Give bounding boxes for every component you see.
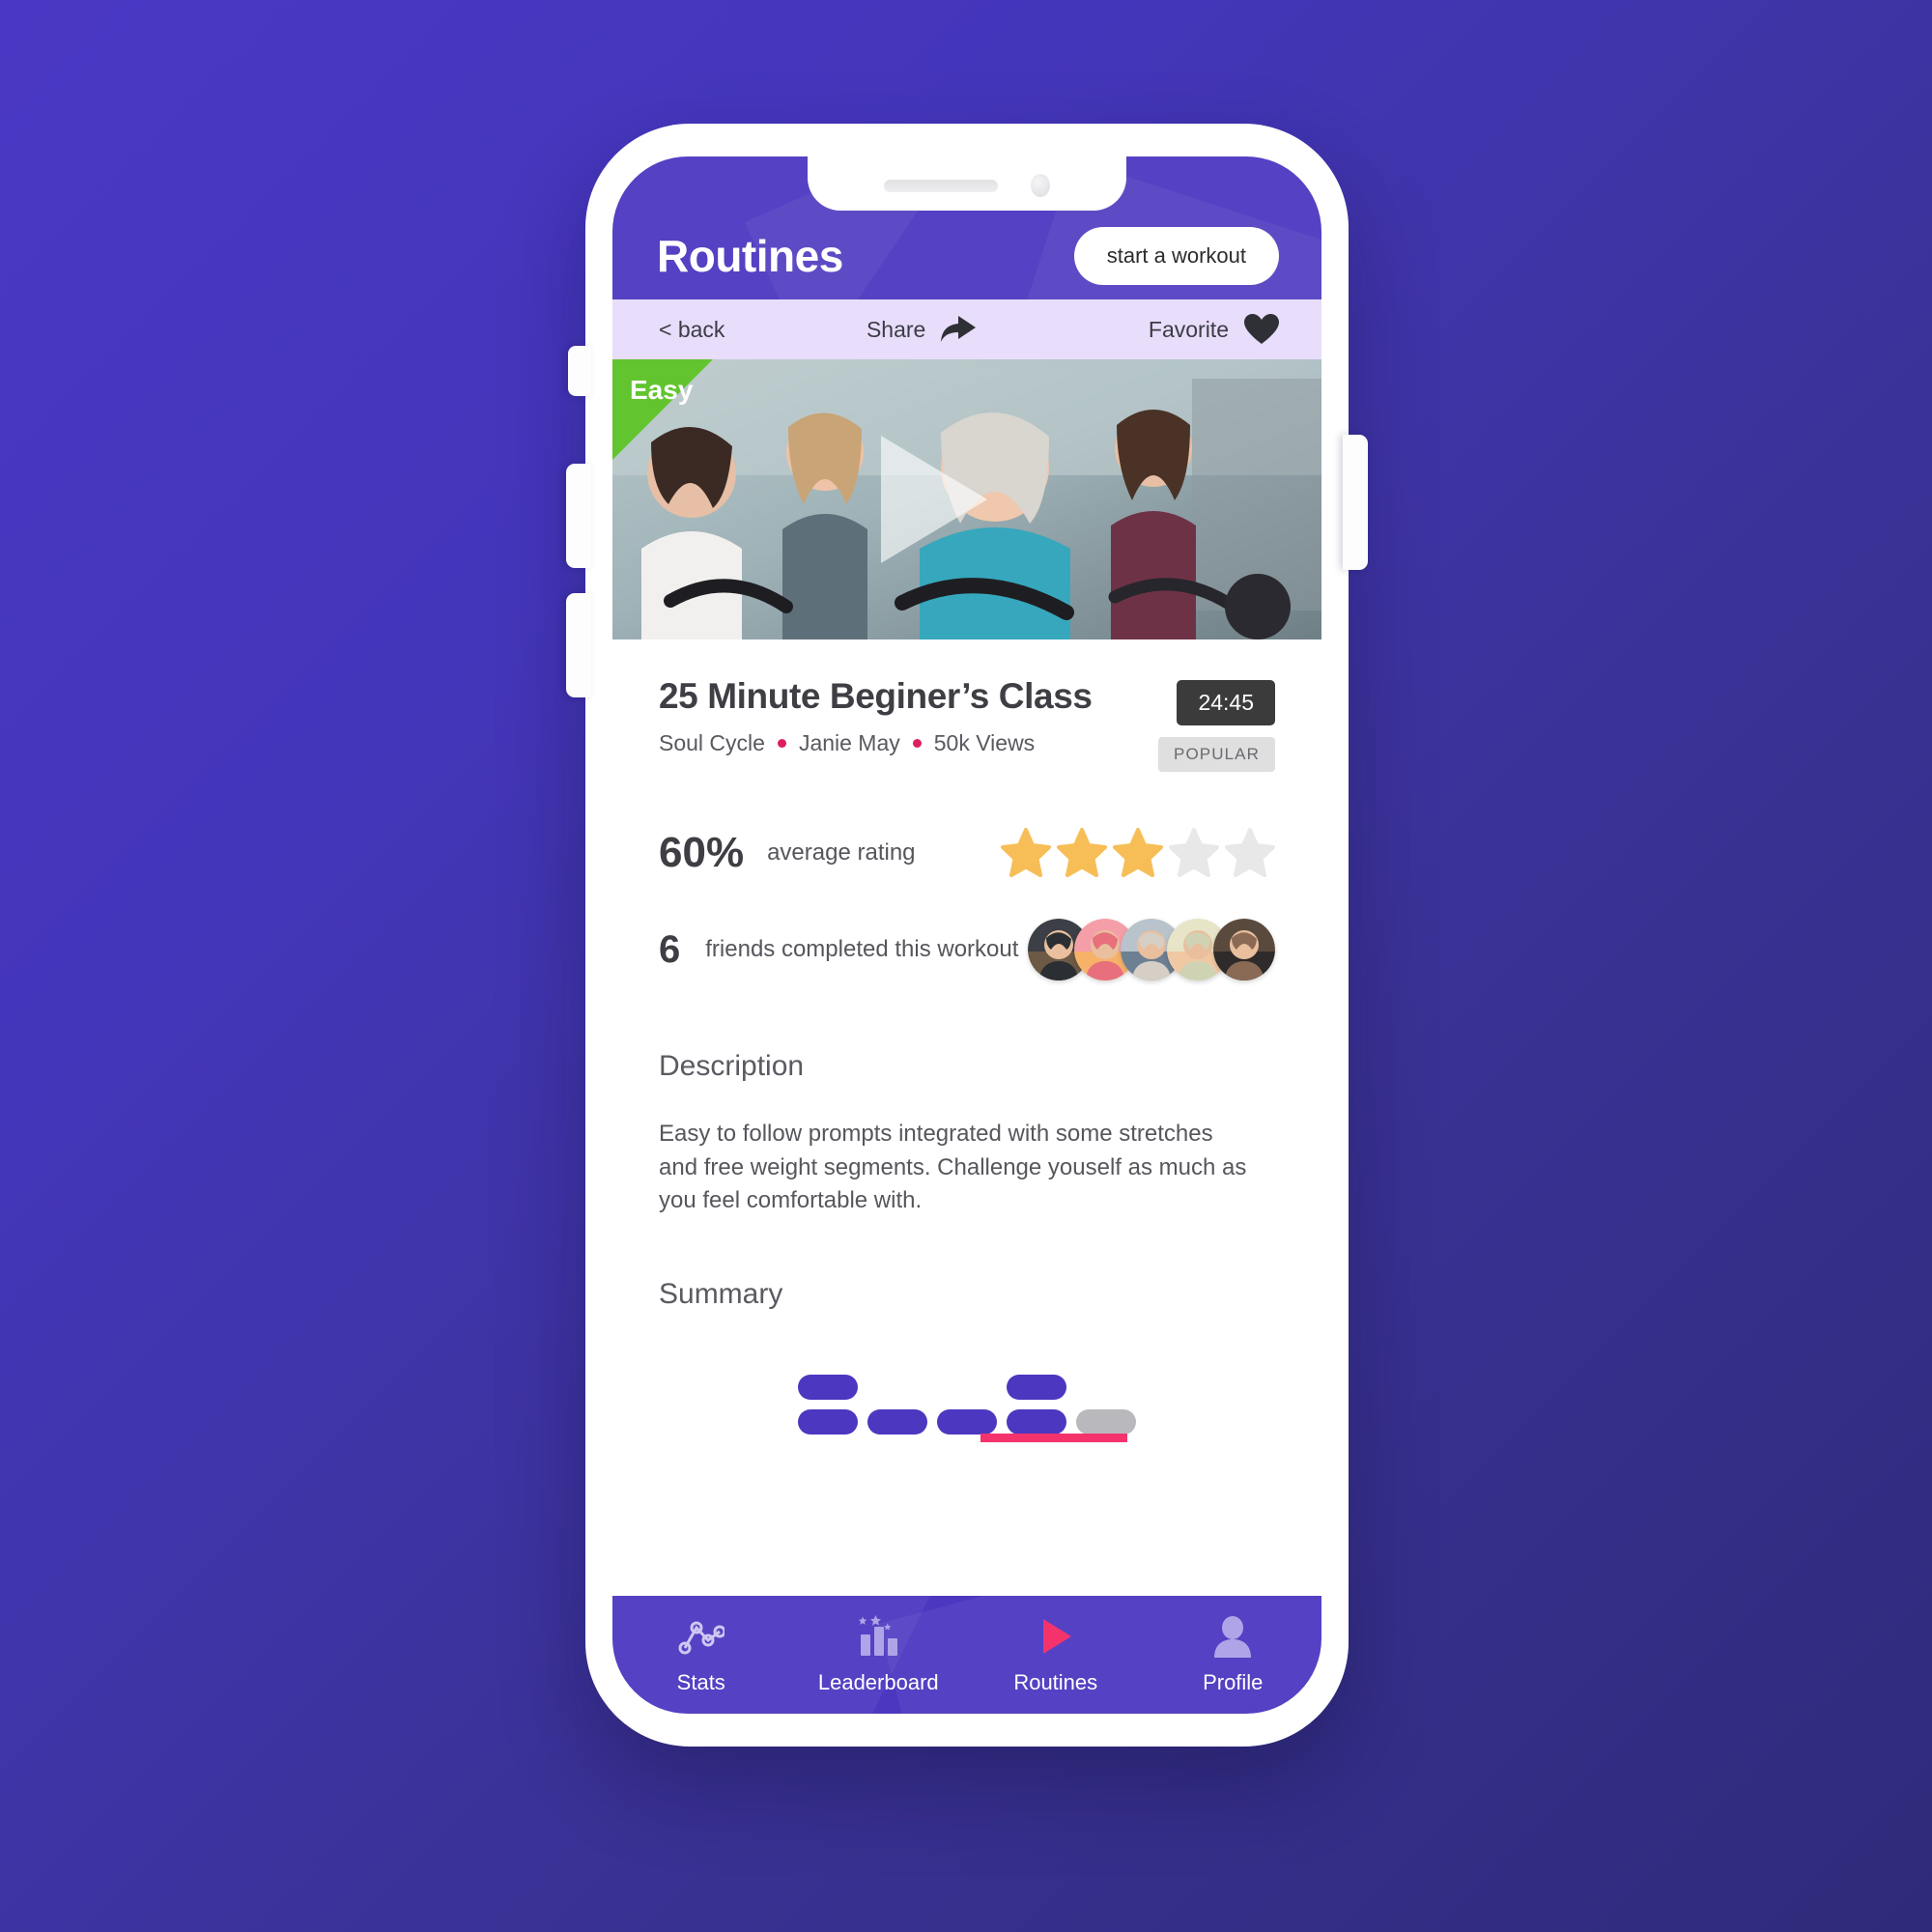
star-filled-icon[interactable] — [1113, 828, 1163, 878]
summary-chart-column — [1076, 1408, 1136, 1435]
star-empty-icon[interactable] — [1225, 828, 1275, 878]
favorite-label: Favorite — [1148, 316, 1229, 342]
friend-avatar-group[interactable] — [1028, 919, 1275, 980]
nav-item-routines[interactable]: Routines — [967, 1596, 1145, 1714]
device-notch — [808, 156, 1126, 211]
summary-chart-bars — [798, 1374, 1136, 1435]
speaker-grille-icon — [884, 179, 998, 192]
share-label: Share — [866, 316, 926, 342]
friends-count: 6 — [659, 927, 681, 971]
play-triangle-icon[interactable] — [881, 436, 987, 563]
title-block: 25 Minute Beginer’s Class Soul Cycle Jan… — [659, 676, 1093, 756]
video-hero[interactable]: Easy — [612, 359, 1321, 639]
summary-chart-cell — [798, 1408, 858, 1435]
routine-detail-content: 25 Minute Beginer’s Class Soul Cycle Jan… — [612, 639, 1321, 1442]
bottom-navigation: Stats Leaderboard Routines Profile — [612, 1596, 1321, 1714]
summary-chart-cell — [1007, 1374, 1066, 1400]
nav-label-routines: Routines — [1013, 1669, 1098, 1694]
nav-label-leaderboard: Leaderboard — [817, 1669, 939, 1694]
nav-label-stats: Stats — [676, 1669, 725, 1694]
start-workout-button[interactable]: start a workout — [1073, 227, 1279, 285]
star-rating[interactable] — [1001, 828, 1275, 878]
summary-chart — [659, 1346, 1275, 1442]
summary-chart-cell — [937, 1408, 997, 1435]
bar-chart-star-icon — [855, 1614, 901, 1658]
phone-screen: Routines start a workout < back Share Fa… — [612, 156, 1321, 1714]
avatar — [1213, 919, 1275, 980]
favorite-button[interactable]: Favorite — [1149, 314, 1321, 345]
nav-item-leaderboard[interactable]: Leaderboard — [790, 1596, 968, 1714]
summary-progress-underline — [980, 1433, 1127, 1442]
title-row: 25 Minute Beginer’s Class Soul Cycle Jan… — [659, 639, 1275, 772]
star-filled-icon[interactable] — [1057, 828, 1107, 878]
header-row: Routines start a workout — [612, 213, 1321, 299]
summary-chart-column — [937, 1408, 997, 1435]
share-arrow-icon — [939, 314, 978, 345]
summary-chart-cell — [798, 1374, 858, 1400]
summary-chart-column — [867, 1408, 927, 1435]
volume-up-button[interactable] — [566, 464, 591, 568]
summary-chart-column — [798, 1374, 858, 1435]
description-heading: Description — [659, 1050, 805, 1082]
silent-switch-button[interactable] — [568, 346, 591, 396]
summary-chart-cell — [1076, 1408, 1136, 1435]
summary-chart-cell — [867, 1408, 927, 1435]
rating-label: average rating — [767, 839, 916, 866]
action-bar: < back Share Favorite — [612, 299, 1321, 359]
volume-down-button[interactable] — [566, 593, 591, 697]
summary-chart-column — [1007, 1374, 1066, 1435]
summary-heading: Summary — [659, 1277, 783, 1310]
badge-column: 24:45 POPULAR — [1158, 676, 1275, 772]
view-count: 50k Views — [933, 730, 1036, 755]
summary-chart-cell — [1007, 1408, 1066, 1435]
play-triangle-icon — [1035, 1615, 1077, 1658]
friends-row: 6 friends completed this workout — [659, 919, 1275, 980]
studio-name: Soul Cycle — [659, 730, 765, 755]
nav-label-profile: Profile — [1203, 1669, 1264, 1694]
popular-badge: POPULAR — [1158, 737, 1275, 772]
friends-label: friends completed this workout — [705, 936, 1019, 962]
front-camera-icon — [1031, 174, 1050, 197]
meta-separator-dot-icon — [777, 739, 786, 748]
rating-row: 60% average rating — [659, 828, 1275, 878]
star-empty-icon[interactable] — [1169, 828, 1219, 878]
description-text: Easy to follow prompts integrated with s… — [659, 1121, 1247, 1214]
instructor-name: Janie May — [798, 730, 900, 755]
routine-title: 25 Minute Beginer’s Class — [659, 676, 1093, 716]
rating-percent: 60% — [659, 829, 745, 876]
duration-badge: 24:45 — [1177, 680, 1275, 725]
person-icon — [1211, 1615, 1254, 1658]
routine-meta: Soul Cycle Janie May 50k Views — [659, 730, 1093, 756]
phone-device-frame: Routines start a workout < back Share Fa… — [566, 124, 1368, 1747]
page-title: Routines — [657, 231, 843, 281]
star-filled-icon[interactable] — [1001, 828, 1051, 878]
power-button[interactable] — [1343, 435, 1368, 570]
difficulty-label: Easy — [630, 375, 694, 405]
line-chart-icon — [678, 1615, 724, 1658]
nav-item-stats[interactable]: Stats — [612, 1596, 790, 1714]
nav-item-profile[interactable]: Profile — [1145, 1596, 1322, 1714]
heart-icon — [1244, 314, 1279, 345]
meta-separator-dot-icon — [912, 739, 922, 748]
share-button[interactable]: Share — [696, 314, 1149, 345]
